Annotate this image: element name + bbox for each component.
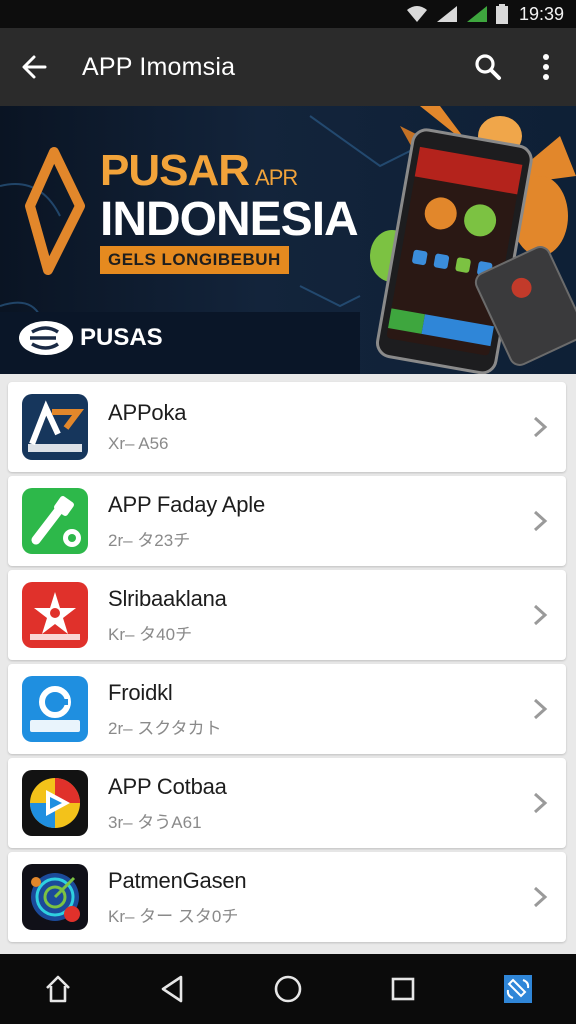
app-meta: Xr– A56: [108, 434, 169, 453]
home-circle-button[interactable]: [262, 963, 314, 1015]
list-item[interactable]: APPoka Xr– A56: [8, 382, 566, 472]
appoka-icon: [22, 394, 88, 460]
chevron-right-icon: [533, 792, 548, 814]
battery-icon: [495, 4, 508, 24]
navigation-bar: [0, 954, 576, 1024]
app-meta: 2r– スクタカト: [108, 718, 222, 738]
app-name: APP Cotbaa: [108, 773, 227, 799]
app-meta: Kr– ター スタ0チ: [108, 906, 239, 926]
game-icon: [22, 864, 88, 930]
app-meta: Kr– タ40チ: [108, 624, 193, 644]
chevron-right-icon: [533, 416, 548, 438]
froidkl-icon: [22, 676, 88, 742]
star-icon: [22, 582, 88, 648]
wifi-icon: [406, 6, 427, 22]
square-recents-icon: [391, 977, 415, 1001]
banner-line-1-small: APR: [255, 165, 298, 190]
clock: 19:39: [518, 3, 564, 24]
chevron-right-icon: [533, 510, 548, 532]
app-meta: 3r– タうA61: [108, 812, 202, 832]
app-name: APP Faday Aple: [108, 491, 266, 517]
banner-headline-1: PUSAR APR: [100, 146, 298, 196]
home-button[interactable]: [32, 963, 84, 1015]
circle-home-icon: [274, 975, 302, 1003]
signal-icon: [436, 6, 457, 22]
page-title: APP Imomsia: [82, 52, 236, 81]
banner-tagline: GELS LONGIBEBUH: [100, 246, 289, 274]
play-icon: [22, 770, 88, 836]
back-button[interactable]: [14, 47, 54, 87]
app-name: Slribaaklana: [108, 585, 227, 611]
rotate-screen-icon: [504, 975, 533, 1003]
app-name: APPoka: [108, 400, 187, 425]
app-meta: 2r– タ23チ: [108, 530, 191, 550]
promo-banner[interactable]: PUSAR APR INDONESIA GELS LONGIBEBUH PUSAS: [0, 106, 576, 374]
search-button[interactable]: [466, 45, 510, 89]
app-name: PatmenGasen: [108, 867, 247, 893]
banner-headline-2: INDONESIA: [100, 193, 359, 246]
chevron-right-icon: [533, 698, 548, 720]
arrow-left-icon: [22, 55, 47, 79]
banner-line-1: PUSAR: [100, 146, 250, 195]
list-item[interactable]: Slribaaklana Kr– タ40チ: [8, 570, 566, 660]
home-icon: [45, 975, 70, 1003]
back-nav-button[interactable]: [147, 963, 199, 1015]
app-name: Froidkl: [108, 679, 173, 705]
more-options-button[interactable]: [524, 45, 568, 89]
signal-icon-2: [466, 6, 487, 22]
app-list: APPoka Xr– A56 APP Faday Aple 2r– タ23チ S…: [8, 382, 568, 946]
list-item[interactable]: Froidkl 2r– スクタカト: [8, 664, 566, 754]
list-item[interactable]: APP Cotbaa 3r– タうA61: [8, 758, 566, 848]
list-item[interactable]: APP Faday Aple 2r– タ23チ: [8, 476, 566, 566]
faday-icon: [22, 488, 88, 554]
banner-brand: PUSAS: [80, 324, 163, 351]
chevron-right-icon: [533, 886, 548, 908]
triangle-back-icon: [161, 975, 183, 1003]
brand-logo-icon: [19, 321, 73, 355]
search-icon: [475, 54, 501, 80]
more-vert-icon: [543, 54, 549, 80]
rotate-button[interactable]: [492, 963, 544, 1015]
status-bar: 19:39: [0, 0, 576, 28]
chevron-right-icon: [533, 604, 548, 626]
app-bar: APP Imomsia: [0, 28, 576, 106]
recents-button[interactable]: [377, 963, 429, 1015]
list-item[interactable]: PatmenGasen Kr– ター スタ0チ: [8, 852, 566, 942]
